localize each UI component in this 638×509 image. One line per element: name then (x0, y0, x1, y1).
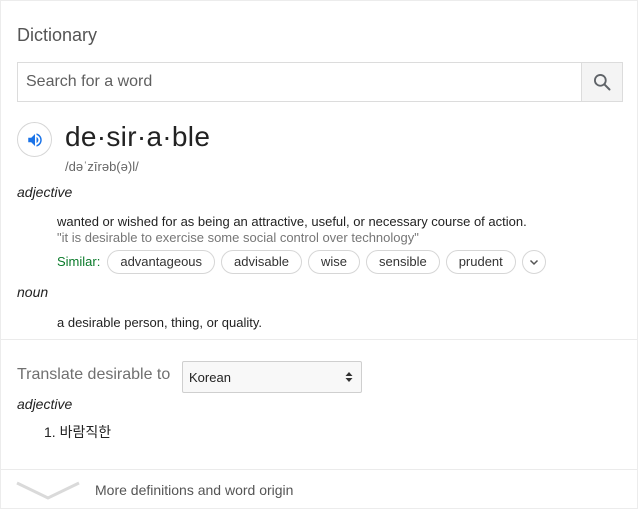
translate-label: Translate desirable to (17, 366, 171, 383)
similar-words-row: Similar: advantageous advisable wise sen… (57, 249, 546, 274)
similar-chip[interactable]: wise (307, 249, 360, 274)
example-sentence: "it is desirable to exercise some social… (57, 230, 419, 245)
section-divider (1, 469, 637, 470)
chevron-down-icon (529, 259, 538, 265)
phonetic-spelling: /dəˈzīrəb(ə)l/ (65, 159, 139, 174)
similar-chip[interactable]: advantageous (107, 249, 216, 274)
definition-noun: a desirable person, thing, or quality. (57, 315, 262, 330)
similar-chip[interactable]: prudent (445, 249, 516, 274)
select-arrows-icon (345, 372, 353, 382)
search-box (17, 62, 623, 102)
dictionary-card: Dictionary de·sir·a·ble /dəˈzīrəb(ə)l/ a… (0, 0, 638, 509)
part-of-speech-adjective: adjective (17, 184, 73, 200)
headword: de·sir·a·ble (65, 121, 211, 152)
definition-adjective: wanted or wished for as being an attract… (57, 214, 527, 229)
search-button[interactable] (581, 63, 622, 101)
more-definitions-link[interactable]: More definitions and word origin (15, 475, 315, 505)
chevron-down-icon (16, 481, 80, 500)
section-divider (1, 339, 637, 340)
language-select[interactable]: Korean (182, 361, 362, 393)
language-select-value: Korean (189, 369, 231, 385)
search-icon (594, 74, 611, 91)
expand-similar-button[interactable] (521, 249, 546, 274)
pronunciation-button[interactable] (17, 122, 52, 157)
similar-chip[interactable]: advisable (221, 249, 302, 274)
part-of-speech-noun: noun (17, 284, 49, 300)
more-definitions-label: More definitions and word origin (95, 482, 294, 498)
dictionary-title: Dictionary (17, 25, 98, 45)
translation-item: 1. 바람직한 (44, 424, 112, 440)
search-input[interactable] (18, 63, 581, 101)
translation-part-of-speech: adjective (17, 396, 73, 412)
similar-label: Similar: (57, 254, 101, 269)
similar-chip[interactable]: sensible (365, 249, 440, 274)
speaker-icon (27, 132, 42, 147)
